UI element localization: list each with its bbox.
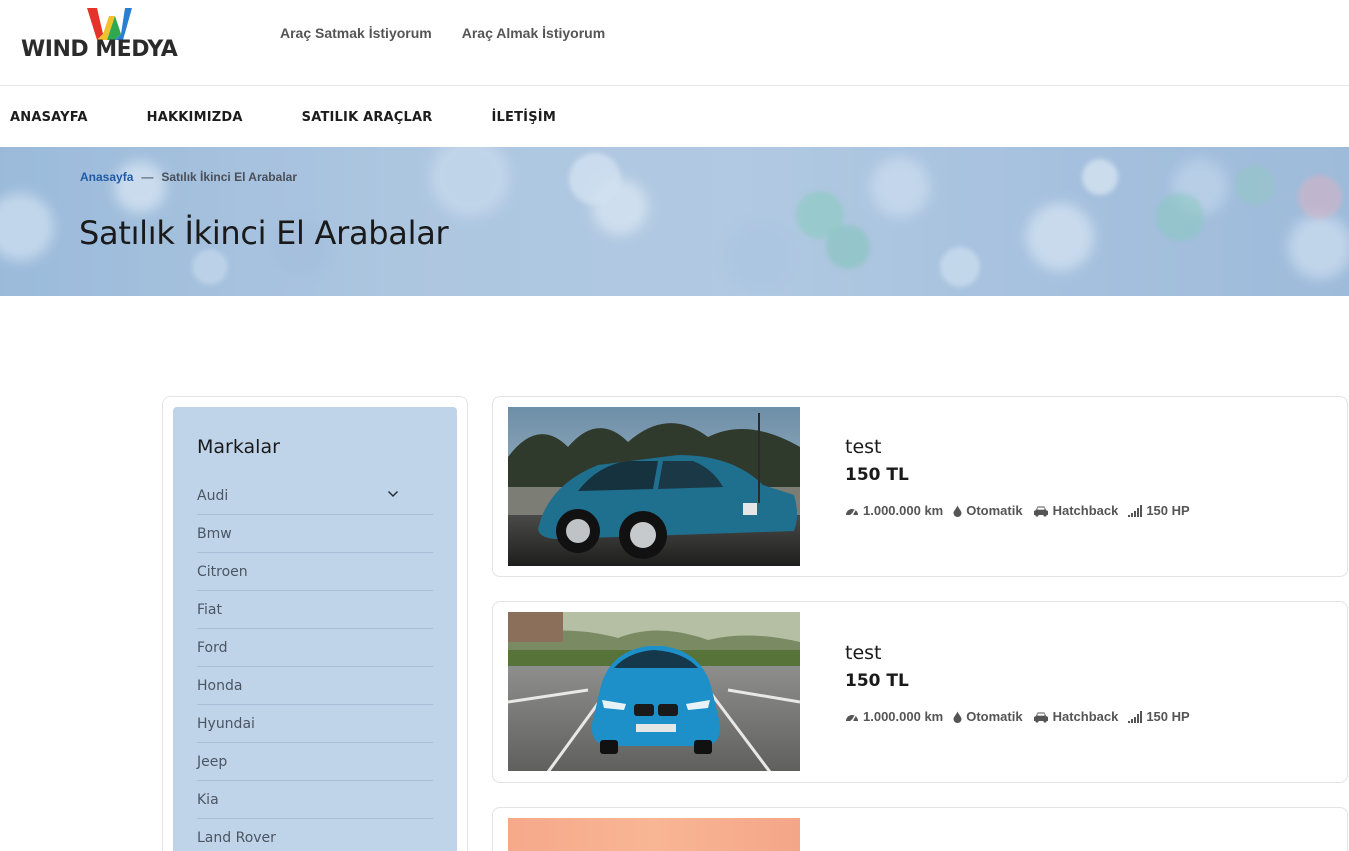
listing-price: 150 TL [845,671,909,691]
chevron-down-icon[interactable] [387,488,399,500]
spec-body-type: Hatchback [1033,503,1119,518]
car-photo[interactable] [508,818,800,851]
brand-item-hyundai[interactable]: Hyundai [197,705,433,743]
spec-power: 150 HP [1128,503,1190,518]
spec-mileage: 1.000.000 km [845,709,943,724]
car-photo[interactable] [508,407,800,566]
spec-body-type: Hatchback [1033,709,1119,724]
spec-body-type-value: Hatchback [1052,503,1119,518]
listing-specs: 1.000.000 km Otomatik Hatchback 150 HP [845,709,1190,724]
car-listing-card[interactable] [492,807,1348,851]
car-icon [1033,506,1048,517]
brand-item-fiat[interactable]: Fiat [197,591,433,629]
brand-label: Audi [197,487,229,504]
nav-item-cars-for-sale[interactable]: SATILIK ARAÇLAR [302,110,433,125]
car-photo-illustration [508,407,800,566]
spec-power-value: 150 HP [1146,503,1190,518]
car-icon [1033,712,1048,723]
spec-mileage-value: 1.000.000 km [863,709,944,724]
speedometer-icon [846,714,858,722]
brand-label: Citroen [197,563,248,580]
brand-label: Land Rover [197,830,276,846]
brand-item-honda[interactable]: Honda [197,667,433,705]
car-photo-illustration [508,612,800,771]
signal-bars-icon [1128,710,1143,723]
nav-item-contact[interactable]: İLETİŞİM [492,110,556,125]
brand-item-citroen[interactable]: Citroen [197,553,433,591]
brand-item-land-rover[interactable]: Land Rover [197,819,433,851]
car-photo-illustration [508,818,800,851]
spec-power-value: 150 HP [1146,709,1190,724]
brand-item-jeep[interactable]: Jeep [197,743,433,781]
listing-price: 150 TL [845,465,909,485]
car-listing-card[interactable]: test 150 TL 1.000.000 km Otomatik Hatchb… [492,396,1348,577]
page-hero: Anasayfa — Satılık İkinci El Arabalar Sa… [0,147,1349,296]
spec-body-type-value: Hatchback [1052,709,1119,724]
brand-item-kia[interactable]: Kia [197,781,433,819]
brand-label: Kia [197,791,219,808]
spec-transmission-value: Otomatik [966,709,1023,724]
spec-mileage-value: 1.000.000 km [863,503,944,518]
sell-car-link[interactable]: Araç Satmak İstiyorum [280,25,432,41]
car-listing-card[interactable]: test 150 TL 1.000.000 km Otomatik Hatchb… [492,601,1348,783]
speedometer-icon [846,508,858,516]
spec-transmission: Otomatik [953,709,1023,724]
spec-transmission-value: Otomatik [966,503,1023,518]
sidebar-title: Markalar [197,436,280,458]
listing-specs: 1.000.000 km Otomatik Hatchback 150 HP [845,503,1190,518]
breadcrumb: Anasayfa — Satılık İkinci El Arabalar [80,170,297,184]
fuel-drop-icon [953,711,962,723]
brand-list: Audi Bmw Citroen Fiat Ford Honda Hyundai… [197,477,433,851]
nav-item-about[interactable]: HAKKIMIZDA [147,110,243,125]
buy-car-link[interactable]: Araç Almak İstiyorum [462,25,605,41]
brand-item-bmw[interactable]: Bmw [197,515,433,553]
spec-transmission: Otomatik [953,503,1023,518]
breadcrumb-separator: — [141,170,154,184]
listing-title[interactable]: test [845,436,882,458]
spec-mileage: 1.000.000 km [845,503,943,518]
brand-label: Jeep [197,753,228,770]
main-navigation: ANASAYFA HAKKIMIZDA SATILIK ARAÇLAR İLET… [0,87,1349,147]
spec-power: 150 HP [1128,709,1190,724]
signal-bars-icon [1128,504,1143,517]
brand-label: Fiat [197,601,222,618]
top-links: Araç Satmak İstiyorum Araç Almak İstiyor… [280,25,605,41]
brand-label: Honda [197,677,243,694]
fuel-drop-icon [953,505,962,517]
breadcrumb-current: Satılık İkinci El Arabalar [161,170,297,184]
brand-filter-sidebar: Markalar Audi Bmw Citroen Fiat Ford Hond… [173,407,457,851]
brand-item-audi[interactable]: Audi [197,477,433,515]
brand-label: Ford [197,639,228,656]
nav-item-home[interactable]: ANASAYFA [10,110,88,125]
page-title: Satılık İkinci El Arabalar [79,214,449,252]
logo-text: WIND MEDYA [21,37,178,62]
brand-label: Bmw [197,525,232,542]
brand-item-ford[interactable]: Ford [197,629,433,667]
brand-label: Hyundai [197,715,255,732]
top-header: WIND MEDYA Araç Satmak İstiyorum Araç Al… [0,0,1349,86]
car-photo[interactable] [508,612,800,771]
breadcrumb-home-link[interactable]: Anasayfa [80,170,133,184]
listing-title[interactable]: test [845,642,882,664]
site-logo[interactable]: WIND MEDYA [21,4,206,62]
